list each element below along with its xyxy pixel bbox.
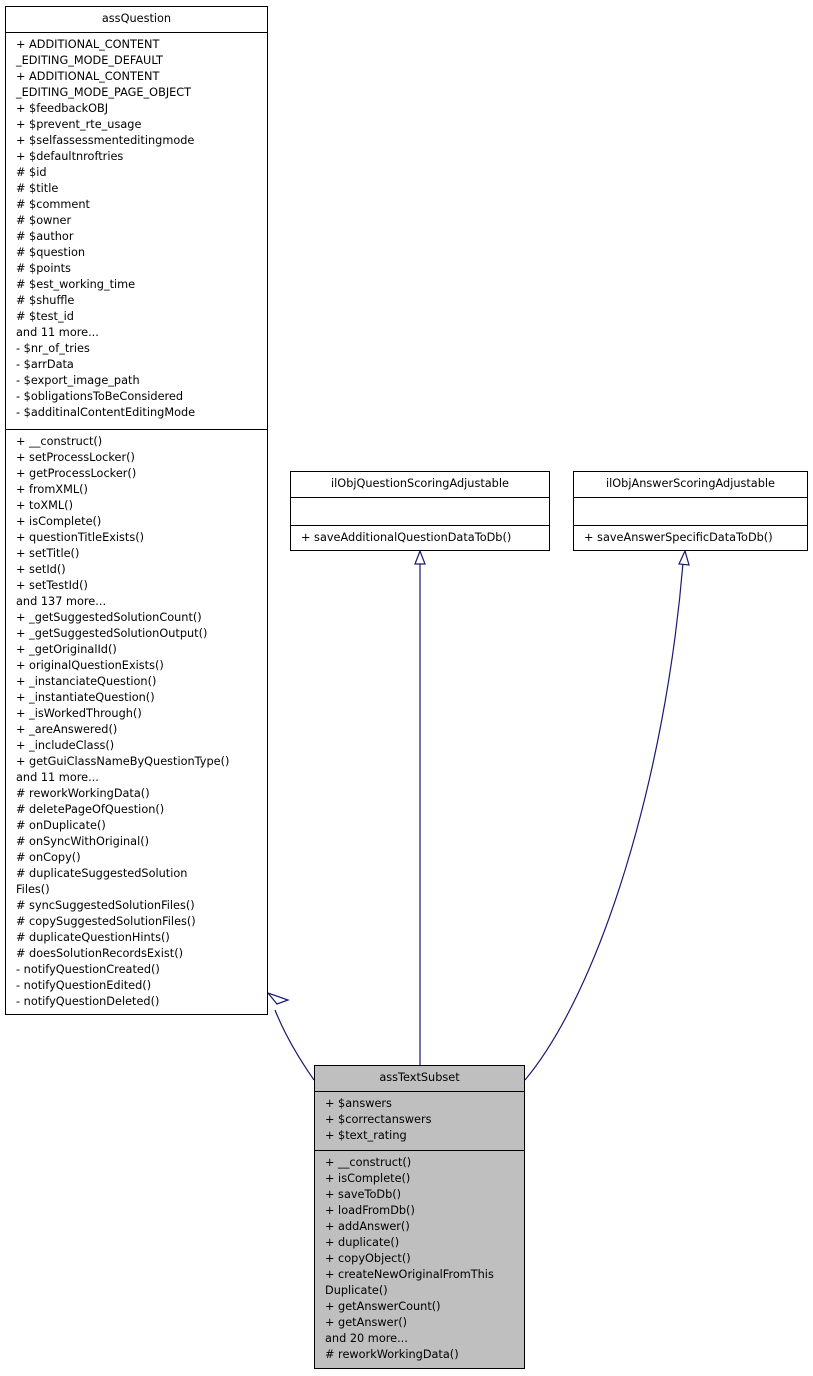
member-line: + _instanciateQuestion() [16,675,157,688]
member-line: + setId() [16,563,66,576]
member-line: and 11 more... [16,326,99,339]
member-line: Duplicate() [325,1284,388,1297]
member-line: + _isWorkedThrough() [16,707,142,720]
member-line: # $id [16,166,47,179]
member-line: and 20 more... [325,1332,408,1345]
member-line: + isComplete() [16,515,102,528]
member-line: # copySuggestedSolutionFiles() [16,915,196,928]
class-ilobjanswerscoringadjustable[interactable]: ilObjAnswerScoringAdjustable + saveAnswe… [573,471,808,551]
member-line: # $author [16,230,74,243]
member-line: + isComplete() [325,1172,411,1185]
member-line: + $prevent_rte_usage [16,118,142,131]
member-line: + _getOriginalId() [16,643,117,656]
methods-section: + __construct() + isComplete() + saveToDb(… [315,1150,524,1367]
member-line: - $arrData [16,358,74,371]
member-line: - $additinalContentEditingMode [16,406,196,419]
member-line: # $title [16,182,59,195]
member-line: + $correctanswers [325,1113,432,1126]
member-line: + $text_rating [325,1129,407,1142]
member-line: + fromXML() [16,483,88,496]
member-line: # duplicateSuggestedSolution [16,867,188,880]
member-line: # reworkWorkingData() [16,787,150,800]
member-line: + copyObject() [325,1252,411,1265]
member-line: # syncSuggestedSolutionFiles() [16,899,195,912]
member-line: # onCopy() [16,851,81,864]
member-line: + _getSuggestedSolutionOutput() [16,627,208,640]
member-line: # $shuffle [16,294,75,307]
member-line: + setProcessLocker() [16,451,135,464]
member-line: + $answers [325,1097,392,1110]
member-line: + ADDITIONAL_CONTENT [16,70,160,83]
member-line: + loadFromDb() [325,1204,415,1217]
class-asstextsubset[interactable]: assTextSubset + $answers + $correctanswer… [314,1065,525,1369]
methods-section: + saveAdditionalQuestionDataToDb() [291,525,549,550]
attributes-section: + $answers + $correctanswers + $text_ratin… [315,1092,524,1150]
member-line: + duplicate() [325,1236,400,1249]
methods-section: + __construct() + setProcessLocker() + get… [6,429,267,1014]
class-assquestion[interactable]: assQuestion + ADDITIONAL_CONTENT _EDITING… [5,6,268,1015]
methods-section: + saveAnswerSpecificDataToDb() [574,525,807,550]
member-line: # onDuplicate() [16,819,106,832]
member-line: # $points [16,262,71,275]
attributes-section [574,498,807,525]
member-line: # onSyncWithOriginal() [16,835,150,848]
edge-asstextsubset-to-ilobjanswerscoringadjustable [524,562,684,1081]
member-line: # $est_working_time [16,278,136,291]
member-line: # $question [16,246,86,259]
member-line: # $comment [16,198,90,211]
member-line: _EDITING_MODE_PAGE_OBJECT [16,86,192,99]
attributes-section [291,498,549,525]
member-line: # $owner [16,214,72,227]
member-line: + __construct() [325,1156,412,1169]
member-line: and 137 more... [16,595,107,608]
member-line: + saveAnswerSpecificDataToDb() [584,531,773,544]
member-line: + _includeClass() [16,739,115,752]
member-line: - notifyQuestionCreated() [16,963,160,976]
member-line: + ADDITIONAL_CONTENT [16,38,160,51]
member-line: and 11 more... [16,771,99,784]
member-line: # doesSolutionRecordsExist() [16,947,184,960]
member-line: + getAnswerCount() [325,1300,441,1313]
member-line: Files() [16,883,50,896]
member-line: + getProcessLocker() [16,467,137,480]
arrowhead-assquestion [266,991,290,1005]
attributes-section: + ADDITIONAL_CONTENT _EDITING_MODE_DEFAUL… [6,33,267,429]
member-line: + __construct() [16,435,103,448]
member-line: - notifyQuestionEdited() [16,979,152,992]
class-ilobjquestionscoringadjustable[interactable]: ilObjQuestionScoringAdjustable + saveAdd… [290,471,550,551]
member-line: + questionTitleExists() [16,531,145,544]
arrowhead-ilobjanswerscoringadjustable [678,549,690,566]
member-line: + addAnswer() [325,1220,410,1233]
member-line: + setTestId() [16,579,88,592]
class-title: ilObjQuestionScoringAdjustable [291,472,549,498]
member-line: _EDITING_MODE_DEFAULT [16,54,163,67]
member-line: + saveToDb() [325,1188,402,1201]
member-line: + toXML() [16,499,73,512]
member-line: + getGuiClassNameByQuestionType() [16,755,230,768]
member-line: # duplicateQuestionHints() [16,931,170,944]
member-line: # $test_id [16,310,74,323]
member-line: + _getSuggestedSolutionCount() [16,611,202,624]
member-line: + saveAdditionalQuestionDataToDb() [301,531,512,544]
member-line: + getAnswer() [325,1316,408,1329]
class-title: ilObjAnswerScoringAdjustable [574,472,807,498]
member-line: + $selfassessmenteditingmode [16,134,195,147]
member-line: + _areAnswered() [16,723,118,736]
member-line: + setTitle() [16,547,80,560]
member-line: - $export_image_path [16,374,140,387]
member-line: + $feedbackOBJ [16,102,109,115]
member-line: + _instantiateQuestion() [16,691,155,704]
member-line: + createNewOriginalFromThis [325,1268,494,1281]
member-line: # reworkWorkingData() [325,1348,459,1361]
member-line: + originalQuestionExists() [16,659,164,672]
arrowhead-ilobjquestionscoringadjustable [414,549,426,565]
member-line: - notifyQuestionDeleted() [16,995,160,1008]
member-line: - $nr_of_tries [16,342,90,355]
member-line: # deletePageOfQuestion() [16,803,165,816]
class-title: assTextSubset [315,1066,524,1092]
member-line: - $obligationsToBeConsidered [16,390,184,403]
class-title: assQuestion [6,7,267,33]
member-line: + $defaultnroftries [16,150,124,163]
edge-asstextsubset-to-assquestion [274,1009,315,1081]
